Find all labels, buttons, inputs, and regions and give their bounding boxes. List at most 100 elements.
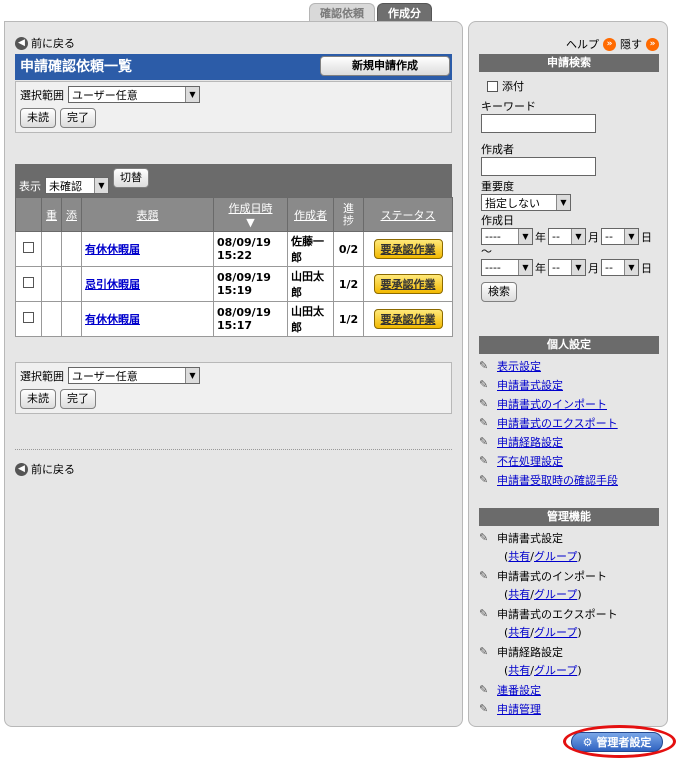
from-day-select[interactable]: -- ▼ [601, 228, 639, 245]
unread-button-bottom[interactable]: 未読 [20, 389, 56, 409]
help-arrow-icon[interactable]: » [603, 37, 616, 51]
to-day-value: -- [605, 261, 613, 274]
pencil-icon: ✎ [479, 472, 489, 486]
tab-confirm[interactable]: 確認依頼 [309, 3, 375, 22]
personal-item: ✎ 申請書受取時の確認手段 [479, 470, 659, 489]
unread-button-top[interactable]: 未読 [20, 108, 56, 128]
group-link[interactable]: グループ [534, 664, 577, 677]
keyword-input[interactable] [481, 114, 596, 133]
page-title: 申請確認依頼一覧 新規申請作成 [15, 54, 452, 80]
table-row: 有休休暇届 08/09/19 15:17 山田太郎 1/2 要承認作業 [15, 301, 453, 337]
to-month-select[interactable]: -- ▼ [548, 259, 586, 276]
pencil-icon: ✎ [479, 606, 489, 620]
personal-link[interactable]: 申請経路設定 [497, 434, 563, 450]
personal-link[interactable]: 申請書式のエクスポート [497, 415, 618, 431]
from-month-select[interactable]: -- ▼ [548, 228, 586, 245]
display-select[interactable]: 未確認 ▼ [45, 177, 109, 194]
request-table: 重 添 表題 作成日時 ▼ 作成者 進捗 ステータス 有休休暇届 08/09/19… [15, 197, 453, 337]
pencil-icon: ✎ [479, 701, 489, 715]
header-important-label: 重 [46, 208, 57, 222]
admin-sub-links: (共有/グループ) [479, 661, 659, 680]
row-time: 15:22 [217, 249, 253, 262]
row-subject: 有休休暇届 [81, 231, 214, 267]
shared-link[interactable]: 共有 [508, 550, 530, 563]
done-button-bottom[interactable]: 完了 [60, 389, 96, 409]
chevron-down-icon: ▼ [624, 229, 638, 244]
hide-link[interactable]: 隠す [620, 36, 642, 52]
shared-link[interactable]: 共有 [508, 664, 530, 677]
back-label: 前に戻る [31, 463, 75, 476]
filter-label: 選択範囲 [20, 88, 64, 102]
filter-label: 選択範囲 [20, 369, 64, 383]
admin-header: 管理機能 [479, 508, 659, 526]
personal-item: ✎ 表示設定 [479, 356, 659, 375]
paren: ) [577, 664, 582, 677]
serial-setting-link[interactable]: 連番設定 [497, 682, 541, 698]
row-subject-link[interactable]: 有休休暇届 [85, 313, 140, 326]
back-link-top[interactable]: ◀ 前に戻る [15, 35, 75, 51]
row-important [41, 231, 62, 267]
help-link[interactable]: ヘルプ [566, 36, 599, 52]
importance-select[interactable]: 指定しない ▼ [481, 194, 571, 211]
personal-link[interactable]: 申請書式のインポート [497, 396, 607, 412]
to-year-select[interactable]: ---- ▼ [481, 259, 533, 276]
group-link[interactable]: グループ [534, 550, 577, 563]
admin-menu: ✎ 申請書式設定 (共有/グループ) ✎ 申請書式のインポート (共有/グループ) … [479, 528, 659, 718]
back-label: 前に戻る [31, 37, 75, 50]
admin-item: ✎ 申請書式のインポート [479, 566, 659, 585]
attach-checkbox[interactable] [487, 80, 498, 92]
status-button[interactable]: 要承認作業 [373, 309, 443, 329]
personal-link[interactable]: 不在処理設定 [497, 453, 563, 469]
tab-bar: 確認依頼 作成分 [309, 3, 432, 22]
switch-button[interactable]: 切替 [113, 168, 149, 188]
back-arrow-icon: ◀ [15, 36, 28, 50]
pencil-icon: ✎ [479, 434, 489, 448]
status-button[interactable]: 要承認作業 [373, 239, 443, 259]
shared-link[interactable]: 共有 [508, 588, 530, 601]
month-unit: 月 [588, 261, 599, 275]
chevron-down-icon: ▼ [94, 178, 108, 193]
row-status: 要承認作業 [363, 231, 453, 267]
row-checkbox[interactable] [23, 242, 34, 253]
tab-created[interactable]: 作成分 [377, 3, 432, 22]
row-author: 山田太郎 [287, 266, 334, 302]
header-attach[interactable]: 添 [61, 197, 82, 232]
status-button[interactable]: 要承認作業 [373, 274, 443, 294]
to-day-select[interactable]: -- ▼ [601, 259, 639, 276]
search-button[interactable]: 検索 [481, 282, 517, 302]
group-link[interactable]: グループ [534, 588, 577, 601]
header-created[interactable]: 作成日時 ▼ [213, 197, 288, 232]
year-unit: 年 [535, 230, 546, 244]
row-subject-link[interactable]: 忌引休暇届 [85, 278, 140, 291]
personal-link[interactable]: 表示設定 [497, 358, 541, 374]
application-management-link[interactable]: 申請管理 [497, 701, 541, 717]
paren: ) [577, 626, 582, 639]
new-application-button[interactable]: 新規申請作成 [320, 56, 450, 76]
author-input[interactable] [481, 157, 596, 176]
row-checkbox[interactable] [23, 312, 34, 323]
header-author[interactable]: 作成者 [287, 197, 334, 232]
table-row: 忌引休暇届 08/09/19 15:19 山田太郎 1/2 要承認作業 [15, 266, 453, 302]
row-date: 08/09/19 [217, 306, 271, 319]
range-select-top[interactable]: ユーザー任意 ▼ [68, 86, 200, 103]
group-link[interactable]: グループ [534, 626, 577, 639]
filter-bottom: 選択範囲 ユーザー任意 ▼ 未読 完了 [15, 362, 452, 414]
keyword-label: キーワード [481, 100, 536, 113]
row-important [41, 266, 62, 302]
from-year-select[interactable]: ---- ▼ [481, 228, 533, 245]
hide-arrow-icon[interactable]: » [646, 37, 659, 51]
chevron-down-icon: ▼ [556, 195, 570, 210]
admin-item: ✎ 申請管理 [479, 699, 659, 718]
personal-link[interactable]: 申請書受取時の確認手段 [497, 472, 618, 488]
row-subject-link[interactable]: 有休休暇届 [85, 243, 140, 256]
row-attach [61, 266, 82, 302]
personal-link[interactable]: 申請書式設定 [497, 377, 563, 393]
shared-link[interactable]: 共有 [508, 626, 530, 639]
header-important[interactable]: 重 [41, 197, 62, 232]
range-select-bottom[interactable]: ユーザー任意 ▼ [68, 367, 200, 384]
header-subject[interactable]: 表題 [81, 197, 214, 232]
row-checkbox[interactable] [23, 277, 34, 288]
back-link-bottom[interactable]: ◀ 前に戻る [15, 461, 75, 477]
done-button-top[interactable]: 完了 [60, 108, 96, 128]
header-status[interactable]: ステータス [363, 197, 453, 232]
